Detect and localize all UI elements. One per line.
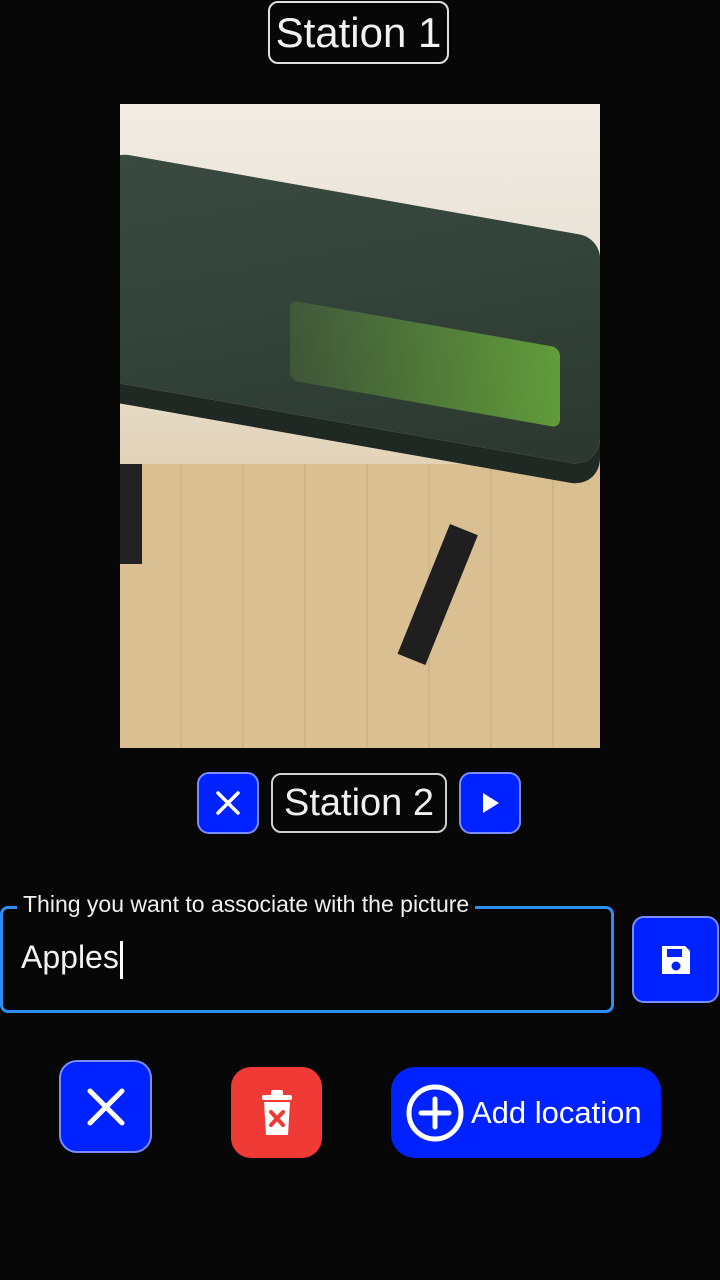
association-field-label: Thing you want to associate with the pic… [17, 891, 476, 918]
plus-circle-icon [406, 1084, 464, 1141]
association-input-text: Apples [21, 939, 119, 975]
play-arrow-icon [483, 793, 499, 813]
delete-button[interactable] [231, 1067, 322, 1158]
page-title: Station 1 [268, 1, 449, 64]
close-icon [216, 791, 240, 815]
photo-bench-leg [120, 464, 142, 564]
add-location-label: Add location [471, 1094, 642, 1130]
cancel-button[interactable] [59, 1060, 152, 1153]
association-field[interactable]: Thing you want to associate with the pic… [0, 891, 614, 1013]
close-icon [87, 1088, 124, 1125]
save-button[interactable] [632, 916, 719, 1003]
close-station-button[interactable] [197, 772, 259, 834]
trash-icon [261, 1089, 292, 1135]
photo-of-bench [120, 104, 600, 748]
save-icon [661, 945, 690, 974]
station-label: Station 2 [271, 773, 447, 833]
text-cursor [119, 940, 123, 979]
photo-floor [120, 464, 600, 748]
next-station-button[interactable] [459, 772, 521, 834]
add-location-button[interactable]: Add location [391, 1067, 661, 1158]
association-input-value[interactable]: Apples [21, 939, 123, 979]
